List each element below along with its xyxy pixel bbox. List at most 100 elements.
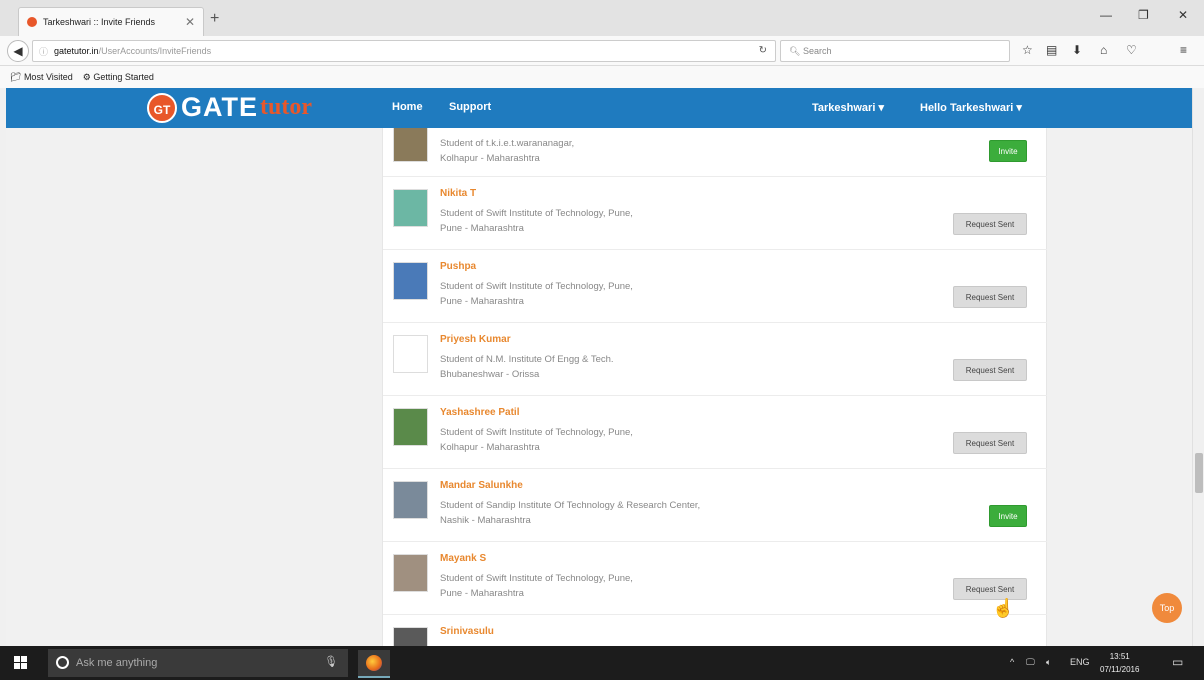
cortana-icon [56, 656, 69, 669]
volume-icon[interactable]: 🔈︎ [1046, 657, 1051, 668]
person-location: Bhubaneshwar - Orissa [440, 369, 540, 380]
windows-start-icon[interactable] [14, 656, 28, 670]
person-college: Student of Swift Institute of Technology… [440, 427, 633, 438]
logo-tutor-text: tutor [260, 94, 312, 120]
notifications-icon[interactable]: ▭ [1172, 655, 1183, 669]
list-item: Srinivasulu [383, 615, 1047, 646]
bookmark-star-icon[interactable]: ☆ [1022, 43, 1033, 57]
site-favicon-icon [27, 17, 37, 27]
list-item: Mandar Salunkhe Student of Sandip Instit… [383, 469, 1047, 542]
list-item: Student of t.k.i.e.t.warananagar, Kolhap… [383, 128, 1047, 177]
tab-title: Tarkeshwari :: Invite Friends [43, 17, 156, 27]
scrollbar-thumb[interactable] [1195, 453, 1203, 493]
person-location: Kolhapur - Maharashtra [440, 442, 540, 453]
invite-button[interactable]: Invite [989, 140, 1027, 162]
browser-tab-bar: Tarkeshwari :: Invite Friends ✕ + — ❐ ✕ [0, 0, 1204, 36]
clock-date: 07/11/2016 [1100, 665, 1140, 674]
person-location: Pune - Maharashtra [440, 588, 524, 599]
person-location: Nashik - Maharashtra [440, 515, 531, 526]
nav-greeting-menu[interactable]: Hello Tarkeshwari ▾ [920, 101, 1022, 114]
reading-list-icon[interactable]: ▤ [1046, 43, 1057, 57]
url-path: /UserAccounts/InviteFriends [98, 46, 212, 56]
address-bar[interactable]: ⓘ gatetutor.in /UserAccounts/InviteFrien… [32, 40, 776, 62]
bookmark-getting-started[interactable]: ⚙ Getting Started [83, 72, 154, 83]
nav-home[interactable]: Home [392, 101, 423, 113]
browser-search-input[interactable]: 🔍︎ Search [780, 40, 1010, 62]
person-college: Student of Swift Institute of Technology… [440, 208, 633, 219]
friends-list: Student of t.k.i.e.t.warananagar, Kolhap… [382, 128, 1047, 646]
invite-button[interactable]: Invite [989, 505, 1027, 527]
avatar [393, 554, 428, 592]
home-icon[interactable]: ⌂ [1100, 43, 1107, 57]
cortana-search-input[interactable]: Ask me anything 🎙︎ [48, 649, 348, 677]
info-icon[interactable]: ⓘ [39, 45, 48, 58]
person-name[interactable]: Yashashree Patil [440, 407, 520, 418]
list-item: Mayank S Student of Swift Institute of T… [383, 542, 1047, 615]
person-name[interactable]: Srinivasulu [440, 626, 494, 637]
search-icon: 🔍︎ [789, 46, 803, 56]
windows-taskbar: Ask me anything 🎙︎ ^ 🖵︎ 🔈︎ ENG 13:51 07/… [0, 646, 1204, 680]
person-location: Kolhapur - Maharashtra [440, 153, 540, 164]
microphone-icon[interactable]: 🎙︎ [324, 655, 338, 668]
browser-tab[interactable]: Tarkeshwari :: Invite Friends ✕ [18, 7, 204, 36]
close-tab-icon[interactable]: ✕ [185, 15, 195, 29]
list-item: Yashashree Patil Student of Swift Instit… [383, 396, 1047, 469]
request-sent-button[interactable]: Request Sent [953, 213, 1027, 235]
person-name[interactable]: Priyesh Kumar [440, 334, 511, 345]
clock-time: 13:51 [1109, 652, 1130, 661]
bookmark-most-visited[interactable]: 📁︎ Most Visited [10, 72, 73, 83]
list-item: Pushpa Student of Swift Institute of Tec… [383, 250, 1047, 323]
list-item: Nikita T Student of Swift Institute of T… [383, 177, 1047, 250]
tray-chevron-icon[interactable]: ^ [1010, 657, 1014, 667]
downloads-icon[interactable]: ⬇ [1072, 43, 1082, 57]
person-college: Student of Sandip Institute Of Technolog… [440, 500, 701, 511]
list-item: Priyesh Kumar Student of N.M. Institute … [383, 323, 1047, 396]
mouse-cursor-icon: ☝ [992, 598, 1015, 618]
avatar [393, 408, 428, 446]
cortana-placeholder: Ask me anything [76, 657, 158, 669]
person-name[interactable]: Nikita T [440, 188, 476, 199]
page-scrollbar[interactable] [1192, 88, 1204, 646]
language-indicator[interactable]: ENG [1070, 657, 1090, 667]
nav-support[interactable]: Support [449, 101, 491, 113]
person-location: Pune - Maharashtra [440, 296, 524, 307]
reload-icon[interactable]: ↻ [759, 45, 767, 56]
person-name[interactable]: Mandar Salunkhe [440, 480, 523, 491]
back-arrow-icon[interactable]: ◀ [7, 40, 29, 62]
logo-gate-text: GATE [181, 92, 258, 122]
menu-icon[interactable]: ≡ [1180, 43, 1187, 57]
scroll-top-button[interactable]: Top [1152, 593, 1182, 623]
restore-icon[interactable]: ❐ [1138, 8, 1149, 22]
person-name[interactable]: Mayank S [440, 553, 486, 564]
request-sent-button[interactable]: Request Sent [953, 359, 1027, 381]
gatetutor-logo[interactable]: GT GATE tutor [147, 92, 312, 123]
bookmarks-bar: 📁︎ Most Visited ⚙ Getting Started [0, 66, 1204, 88]
avatar [393, 627, 428, 646]
request-sent-button[interactable]: Request Sent [953, 286, 1027, 308]
avatar [393, 128, 428, 162]
firefox-taskbar-button[interactable] [358, 650, 390, 678]
browser-nav-bar: ◀ ⓘ gatetutor.in /UserAccounts/InviteFri… [0, 36, 1204, 66]
pocket-icon[interactable]: ♡ [1126, 43, 1137, 57]
person-location: Pune - Maharashtra [440, 223, 524, 234]
new-tab-icon[interactable]: + [210, 10, 219, 28]
network-icon[interactable]: 🖵︎ [1026, 657, 1035, 668]
search-placeholder: Search [802, 46, 832, 56]
avatar [393, 189, 428, 227]
person-college: Student of Swift Institute of Technology… [440, 281, 633, 292]
person-college: Student of N.M. Institute Of Engg & Tech… [440, 354, 614, 365]
page-content: Student of t.k.i.e.t.warananagar, Kolhap… [6, 128, 1192, 646]
person-name[interactable]: Pushpa [440, 261, 476, 272]
person-college: Student of Swift Institute of Technology… [440, 573, 633, 584]
firefox-icon [366, 655, 382, 671]
close-window-icon[interactable]: ✕ [1178, 8, 1188, 22]
system-clock[interactable]: 13:51 07/11/2016 [1100, 650, 1139, 676]
minimize-icon[interactable]: — [1100, 8, 1112, 22]
request-sent-button[interactable]: Request Sent [953, 432, 1027, 454]
request-sent-button[interactable]: Request Sent [953, 578, 1027, 600]
person-college: Student of t.k.i.e.t.warananagar, [440, 138, 575, 149]
nav-user-menu[interactable]: Tarkeshwari ▾ [812, 101, 884, 114]
url-host: gatetutor.in [54, 46, 99, 56]
logo-badge: GT [147, 92, 177, 123]
avatar [393, 481, 428, 519]
